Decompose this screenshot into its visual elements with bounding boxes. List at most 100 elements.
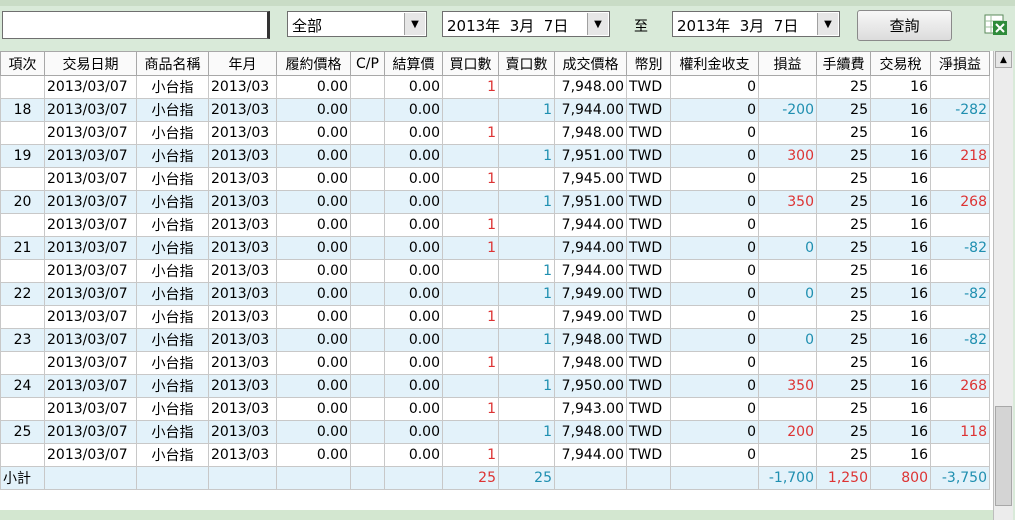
cell-price: 7,944.00 bbox=[554, 443, 627, 467]
cell-fee: 25 bbox=[816, 144, 871, 168]
scroll-up-icon[interactable]: ▲ bbox=[995, 51, 1012, 68]
table-row[interactable]: 19 2013/03/07 小台指 2013/03 0.00 0.00 1 7,951.00 T… bbox=[0, 144, 990, 168]
column-header[interactable]: 損益 bbox=[758, 51, 817, 76]
cell-cp bbox=[350, 75, 385, 99]
cell-sell bbox=[498, 75, 555, 99]
cell-no bbox=[0, 397, 45, 421]
column-header[interactable]: 買口數 bbox=[442, 51, 499, 76]
cell-net bbox=[930, 351, 990, 375]
table-row[interactable]: 18 2013/03/07 小台指 2013/03 0.00 0.00 1 7,944.00 T… bbox=[0, 98, 990, 122]
cell-cp bbox=[350, 282, 385, 306]
column-header[interactable]: 年月 bbox=[208, 51, 277, 76]
table-row[interactable]: 25 2013/03/07 小台指 2013/03 0.00 0.00 1 7,948.00 T… bbox=[0, 420, 990, 444]
column-header[interactable]: 賣口數 bbox=[498, 51, 555, 76]
cell-tax: 16 bbox=[870, 75, 931, 99]
cell-net: 268 bbox=[930, 374, 990, 398]
cell-tax: 16 bbox=[870, 259, 931, 283]
table-row[interactable]: 2013/03/07 小台指 2013/03 0.00 0.00 1 7,943.00 TWD… bbox=[0, 397, 990, 421]
cell-premium: 0 bbox=[670, 259, 759, 283]
column-header[interactable]: 履約價格 bbox=[276, 51, 351, 76]
cell-ym: 2013/03 bbox=[208, 374, 277, 398]
cell-no: 25 bbox=[0, 420, 45, 444]
column-header[interactable]: 淨損益 bbox=[930, 51, 990, 76]
cell-sell: 1 bbox=[498, 328, 555, 352]
cell-ym: 2013/03 bbox=[208, 98, 277, 122]
date-to-picker[interactable]: 2013年 3月 7日 ▼ bbox=[672, 11, 840, 37]
cell-premium: 0 bbox=[670, 167, 759, 191]
product-combo[interactable]: 全部 ▼ bbox=[287, 11, 427, 37]
column-header[interactable]: 權利金收支 bbox=[670, 51, 759, 76]
cell-sell: 1 bbox=[498, 190, 555, 214]
cell-buy: 1 bbox=[442, 397, 499, 421]
column-header[interactable]: 商品名稱 bbox=[136, 51, 209, 76]
excel-export-icon[interactable] bbox=[984, 12, 1008, 36]
table-row[interactable]: 21 2013/03/07 小台指 2013/03 0.00 0.00 1 7,944.00 T… bbox=[0, 236, 990, 260]
column-header[interactable]: 交易稅 bbox=[870, 51, 931, 76]
cell-cur: TWD bbox=[626, 328, 671, 352]
cell-pl: -200 bbox=[758, 98, 817, 122]
cell-strike: 0.00 bbox=[276, 305, 351, 329]
cell-settle: 0.00 bbox=[384, 190, 443, 214]
cell-strike: 0.00 bbox=[276, 351, 351, 375]
column-header[interactable]: 手續費 bbox=[816, 51, 871, 76]
cell-cur: TWD bbox=[626, 167, 671, 191]
cell-no: 22 bbox=[0, 282, 45, 306]
cell-buy: 1 bbox=[442, 443, 499, 467]
table-row[interactable]: 2013/03/07 小台指 2013/03 0.00 0.00 1 7,948.00 TWD… bbox=[0, 351, 990, 375]
table-row[interactable]: 2013/03/07 小台指 2013/03 0.00 0.00 1 7,945.00 TWD… bbox=[0, 167, 990, 191]
cell-sell: 1 bbox=[498, 259, 555, 283]
cell-ym: 2013/03 bbox=[208, 397, 277, 421]
cell-cp bbox=[350, 213, 385, 237]
table-row[interactable]: 22 2013/03/07 小台指 2013/03 0.00 0.00 1 7,949.00 T… bbox=[0, 282, 990, 306]
column-header[interactable]: 項次 bbox=[0, 51, 45, 76]
table-header-row: 項次 交易日期 商品名稱 年月 履約價格 C/P 結算價 買口數 賣口數 成交價… bbox=[0, 51, 990, 76]
cell-strike: 0.00 bbox=[276, 213, 351, 237]
cell-cur: TWD bbox=[626, 144, 671, 168]
chevron-down-icon[interactable]: ▼ bbox=[587, 13, 608, 35]
cell-date: 2013/03/07 bbox=[44, 98, 137, 122]
vertical-scrollbar[interactable]: ▲ bbox=[993, 51, 1013, 520]
cell-net: -282 bbox=[930, 98, 990, 122]
table-row[interactable]: 2013/03/07 小台指 2013/03 0.00 0.00 1 7,944.00 TWD… bbox=[0, 259, 990, 283]
cell-price: 7,949.00 bbox=[554, 282, 627, 306]
query-button[interactable]: 查詢 bbox=[857, 10, 952, 41]
column-header[interactable]: 交易日期 bbox=[44, 51, 137, 76]
column-header[interactable]: 成交價格 bbox=[554, 51, 627, 76]
cell-pl bbox=[758, 259, 817, 283]
chevron-down-icon[interactable]: ▼ bbox=[404, 13, 425, 35]
cell-net: -82 bbox=[930, 328, 990, 352]
table-row[interactable]: 2013/03/07 小台指 2013/03 0.00 0.00 1 7,944.00 TWD… bbox=[0, 213, 990, 237]
date-from-picker[interactable]: 2013年 3月 7日 ▼ bbox=[442, 11, 610, 37]
chevron-down-icon[interactable]: ▼ bbox=[817, 13, 838, 35]
cell-premium: 0 bbox=[670, 305, 759, 329]
cell-strike: 0.00 bbox=[276, 282, 351, 306]
cell-strike: 0.00 bbox=[276, 397, 351, 421]
product-combo-value: 全部 bbox=[292, 17, 323, 35]
table-row[interactable]: 2013/03/07 小台指 2013/03 0.00 0.00 1 7,948.00 TWD… bbox=[0, 75, 990, 99]
date-from-value: 2013年 3月 7日 bbox=[447, 17, 569, 35]
account-input[interactable] bbox=[2, 11, 270, 39]
column-header[interactable]: 結算價 bbox=[384, 51, 443, 76]
cell-tax: 16 bbox=[870, 443, 931, 467]
cell-net bbox=[930, 121, 990, 145]
cell-no bbox=[0, 351, 45, 375]
column-header[interactable]: C/P bbox=[350, 51, 385, 76]
cell-price: 7,950.00 bbox=[554, 374, 627, 398]
cell-settle: 0.00 bbox=[384, 144, 443, 168]
table-row[interactable]: 2013/03/07 小台指 2013/03 0.00 0.00 1 7,948.00 TWD… bbox=[0, 121, 990, 145]
cell-buy bbox=[442, 328, 499, 352]
table-row[interactable]: 20 2013/03/07 小台指 2013/03 0.00 0.00 1 7,951.00 T… bbox=[0, 190, 990, 214]
cell-no: 23 bbox=[0, 328, 45, 352]
column-header[interactable]: 幣別 bbox=[626, 51, 671, 76]
table-row[interactable]: 2013/03/07 小台指 2013/03 0.00 0.00 1 7,949.00 TWD… bbox=[0, 305, 990, 329]
table-row[interactable]: 23 2013/03/07 小台指 2013/03 0.00 0.00 1 7,948.00 T… bbox=[0, 328, 990, 352]
table-row[interactable]: 2013/03/07 小台指 2013/03 0.00 0.00 1 7,944.00 TWD… bbox=[0, 443, 990, 467]
cell-sell bbox=[498, 236, 555, 260]
cell-product: 小台指 bbox=[136, 443, 209, 467]
subtotal-pl: -1,700 bbox=[758, 466, 817, 490]
cell-fee: 25 bbox=[816, 121, 871, 145]
cell-premium: 0 bbox=[670, 75, 759, 99]
scroll-thumb[interactable] bbox=[995, 406, 1012, 506]
cell-price: 7,944.00 bbox=[554, 213, 627, 237]
table-row[interactable]: 24 2013/03/07 小台指 2013/03 0.00 0.00 1 7,950.00 T… bbox=[0, 374, 990, 398]
